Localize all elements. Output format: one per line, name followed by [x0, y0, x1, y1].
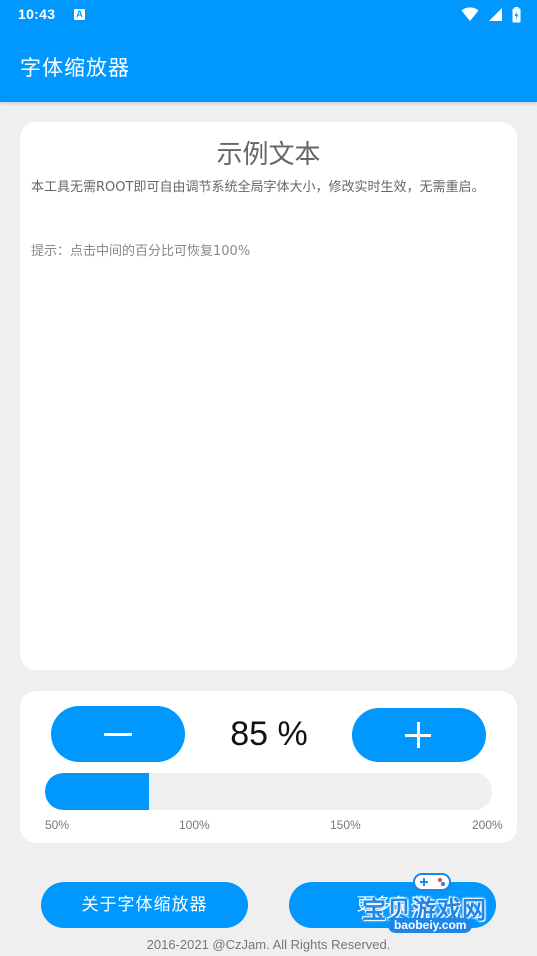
increase-button[interactable]	[352, 708, 486, 762]
minus-icon	[104, 733, 132, 736]
scale-slider[interactable]	[45, 773, 492, 810]
percent-reset-button[interactable]: 85 %	[200, 715, 338, 754]
watermark-url: baobeiy.com	[388, 918, 473, 933]
wifi-icon	[461, 7, 479, 21]
about-button[interactable]: 关于字体缩放器	[41, 882, 248, 928]
notification-icon: A	[74, 9, 85, 20]
app-bar: 字体缩放器	[0, 30, 537, 102]
battery-icon	[512, 7, 521, 23]
status-time: 10:43	[18, 6, 56, 22]
sample-body-text: 本工具无需ROOT即可自由调节系统全局字体大小，修改实时生效，无需重启。	[31, 180, 485, 195]
status-icons	[457, 7, 521, 23]
sample-text-card: 示例文本 本工具无需ROOT即可自由调节系统全局字体大小，修改实时生效，无需重启…	[20, 122, 517, 670]
signal-icon	[488, 8, 502, 21]
tick-label: 100%	[179, 818, 210, 832]
tick-label: 200%	[472, 818, 503, 832]
scale-control-card: 85 % 50% 100% 150% 200%	[20, 691, 517, 843]
slider-fill	[45, 773, 149, 810]
app-title: 字体缩放器	[20, 56, 130, 80]
status-bar: 10:43 A	[0, 0, 537, 30]
decrease-button[interactable]	[51, 706, 185, 762]
sample-title: 示例文本	[216, 140, 321, 170]
sample-tip-text: 提示：点击中间的百分比可恢复100%	[31, 244, 251, 259]
watermark-overlay: 宝贝游戏网 baobeiy.com	[362, 868, 522, 950]
tick-label: 150%	[330, 818, 361, 832]
tick-label: 50%	[45, 818, 70, 832]
